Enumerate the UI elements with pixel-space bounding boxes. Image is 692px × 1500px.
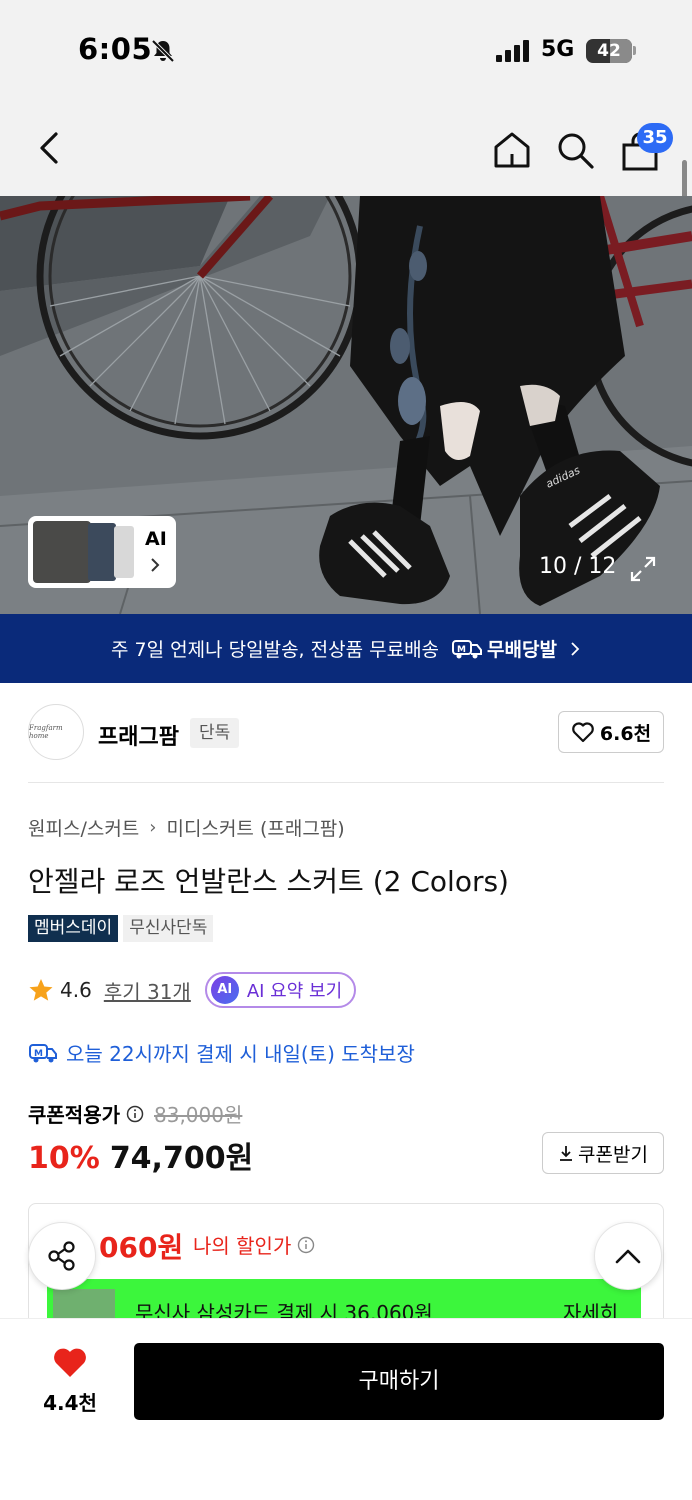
exclusive-tag: 단독 xyxy=(190,718,240,748)
back-arrow-icon[interactable] xyxy=(34,130,64,166)
svg-text:M: M xyxy=(457,645,466,655)
brand-like-count: 6.6천 xyxy=(599,722,652,745)
info-icon[interactable] xyxy=(126,1105,144,1123)
rating-row: 4.6 후기 31개 AI AI 요약 보기 xyxy=(28,972,357,1008)
status-bar: 6:05 5G 42 xyxy=(0,0,692,100)
brand-name[interactable]: 프래그팜 xyxy=(98,719,179,751)
breadcrumb: 원피스/스커트 › 미디스커트 (프래그팜) xyxy=(28,814,345,841)
ai-badge-icon: AI xyxy=(210,976,239,1004)
thumbnail-3 xyxy=(114,526,134,578)
share-button[interactable] xyxy=(28,1222,96,1290)
ai-summary-label: AI 요약 보기 xyxy=(246,981,343,1002)
discount-rate: 10% xyxy=(28,1141,100,1176)
breadcrumb-category[interactable]: 원피스/스커트 xyxy=(28,814,139,841)
product-image-gallery[interactable]: adidas AI 10 / 12 xyxy=(0,196,692,614)
ai-similar-thumbnails[interactable]: AI xyxy=(28,516,176,588)
breadcrumb-subcategory[interactable]: 미디스커트 (프래그팜) xyxy=(167,814,345,841)
shipping-banner[interactable]: 주 7일 언제나 당일발송, 전상품 무료배송 M 무배당발 xyxy=(0,614,692,683)
free-shipping-label: 무배당발 xyxy=(487,639,557,661)
battery-level: 42 xyxy=(597,41,621,61)
chevron-up-icon xyxy=(615,1249,641,1264)
thumbnail-1 xyxy=(33,521,91,583)
rating-value: 4.6 xyxy=(60,978,92,1002)
chevron-right-icon xyxy=(151,558,160,572)
cart-count-badge: 35 xyxy=(637,123,673,153)
top-nav xyxy=(0,100,692,196)
star-icon xyxy=(29,979,53,1001)
musinsa-exclusive-tag: 무신사단독 xyxy=(123,915,214,942)
product-tags: 멤버스데이 무신사단독 xyxy=(28,915,214,942)
battery-icon: 42 xyxy=(586,39,632,63)
my-discount-label-row: 나의 할인가 xyxy=(193,1230,315,1259)
scroll-to-top-button[interactable] xyxy=(594,1222,662,1290)
free-shipping-badge: M 무배당발 xyxy=(451,635,557,662)
bell-muted-icon xyxy=(151,39,175,63)
brand-like-button[interactable]: 6.6천 xyxy=(558,711,664,753)
price-row: 10% 74,700원 xyxy=(28,1133,253,1177)
bottom-purchase-bar: 4.4천 구매하기 xyxy=(0,1318,692,1500)
ai-summary-button[interactable]: AI AI 요약 보기 xyxy=(204,972,357,1008)
home-icon[interactable] xyxy=(492,130,532,170)
search-icon[interactable] xyxy=(555,130,595,170)
original-price: 83,000원 xyxy=(154,1103,243,1127)
info-icon[interactable] xyxy=(297,1236,315,1254)
signal-icon xyxy=(496,40,529,62)
my-discount-price: 060원 xyxy=(99,1231,184,1264)
divider xyxy=(28,782,664,783)
delivery-truck-icon: M xyxy=(452,639,483,658)
chevron-right-icon xyxy=(571,641,580,656)
breadcrumb-separator: › xyxy=(149,817,157,838)
membersday-tag: 멤버스데이 xyxy=(28,915,119,942)
my-discount-label: 나의 할인가 xyxy=(193,1234,292,1258)
banner-text: 주 7일 언제나 당일발송, 전상품 무료배송 xyxy=(111,639,440,661)
final-price: 74,700원 xyxy=(109,1141,254,1176)
download-coupon-button[interactable]: 쿠폰받기 xyxy=(542,1132,664,1174)
coupon-price-title: 쿠폰적용가 xyxy=(28,1103,120,1127)
heart-outline-icon xyxy=(572,722,594,743)
wish-count: 4.4천 xyxy=(43,1391,97,1415)
brand-logo-text: Fragfarm home xyxy=(29,724,63,740)
reviews-link[interactable]: 후기 31개 xyxy=(104,976,191,1005)
expand-icon[interactable] xyxy=(628,554,658,584)
status-time: 6:05 xyxy=(78,32,153,66)
coupon-button-label: 쿠폰받기 xyxy=(578,1143,648,1166)
ai-label: AI xyxy=(145,528,167,550)
heart-filled-icon[interactable] xyxy=(52,1347,88,1379)
delivery-text: 오늘 22시까지 결제 시 내일(토) 도착보장 xyxy=(66,1042,415,1066)
share-icon xyxy=(48,1241,75,1271)
delivery-truck-icon: M xyxy=(29,1043,57,1062)
delivery-guarantee[interactable]: M 오늘 22시까지 결제 시 내일(토) 도착보장 xyxy=(28,1038,415,1067)
download-icon xyxy=(560,1146,573,1161)
network-type: 5G xyxy=(541,37,575,62)
image-page-indicator: 10 / 12 xyxy=(539,554,617,579)
brand-logo[interactable]: Fragfarm home xyxy=(28,704,84,760)
coupon-price-label: 쿠폰적용가 83,000원 xyxy=(28,1099,242,1128)
thumbnail-2 xyxy=(88,523,116,581)
svg-text:M: M xyxy=(34,1049,43,1059)
product-title: 안젤라 로즈 언발란스 스커트 (2 Colors) xyxy=(28,865,509,898)
buy-button[interactable]: 구매하기 xyxy=(134,1343,664,1420)
battery-nub xyxy=(633,46,636,55)
